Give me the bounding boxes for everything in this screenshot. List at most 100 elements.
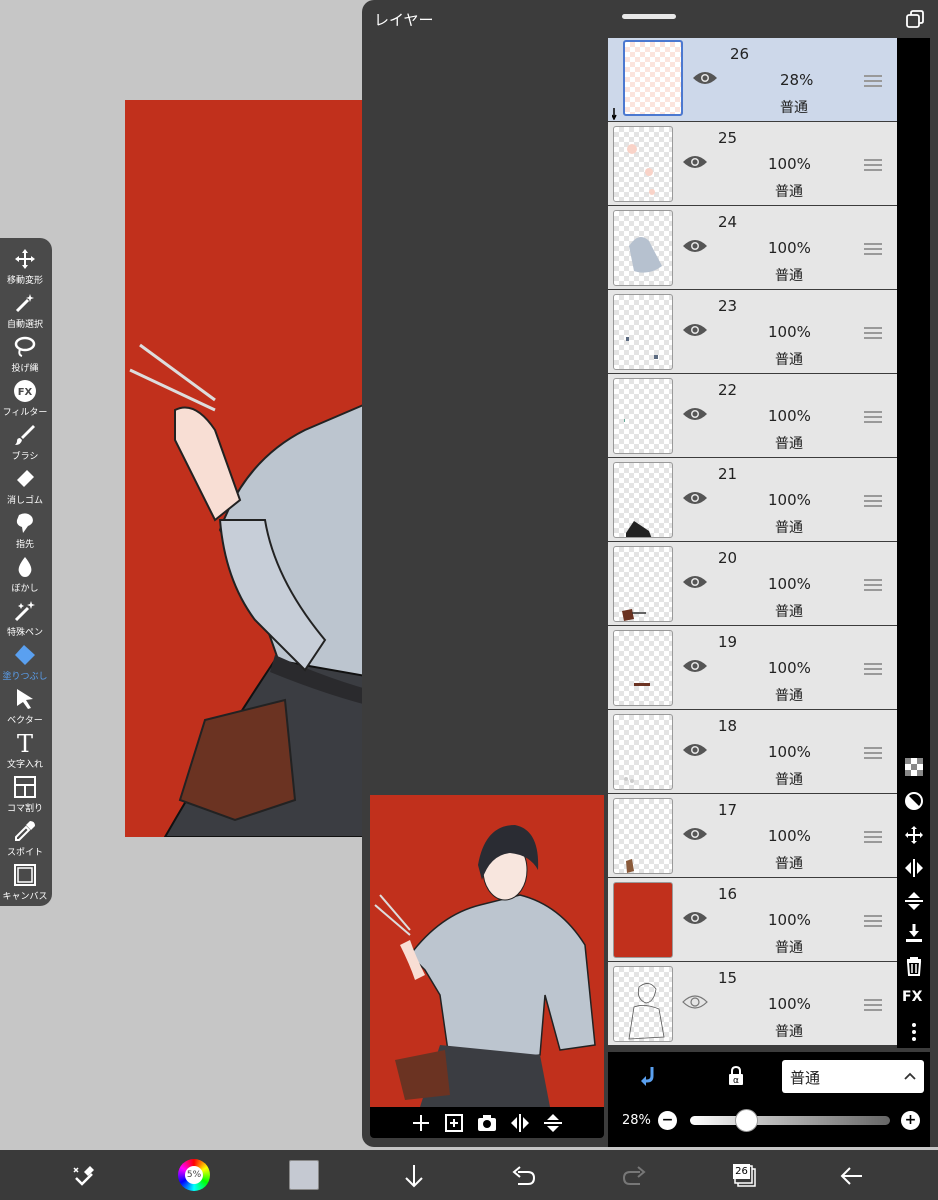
tool-label: 移動変形: [6, 276, 43, 286]
opacity-slider-knob[interactable]: [734, 1109, 758, 1132]
layer-thumbnail[interactable]: [623, 40, 683, 116]
tool-filter[interactable]: FX フィルター: [0, 376, 52, 420]
transparency-checker-icon[interactable]: [903, 756, 925, 778]
tool-special-pen[interactable]: 特殊ペン: [0, 596, 52, 640]
tool-blur[interactable]: ぼかし: [0, 552, 52, 596]
tool-frame-divider[interactable]: コマ割り: [0, 772, 52, 816]
layer-row[interactable]: 26 28% 普通: [608, 38, 897, 121]
eye-icon[interactable]: [692, 68, 718, 88]
layer-fx-button[interactable]: FX: [902, 989, 922, 1005]
tool-brush[interactable]: ブラシ: [0, 420, 52, 464]
layer-row[interactable]: 16 100% 普通: [608, 878, 897, 961]
color-wheel[interactable]: 5%: [178, 1159, 210, 1191]
layer-thumbnail[interactable]: [613, 294, 673, 370]
drag-handle-icon[interactable]: [864, 830, 882, 844]
tool-vector[interactable]: ベクター: [0, 684, 52, 728]
layer-row[interactable]: 21 100% 普通: [608, 458, 897, 541]
flip-horizontal-icon[interactable]: [509, 1112, 531, 1134]
merge-down-icon[interactable]: [903, 922, 925, 944]
contrast-icon[interactable]: [903, 790, 925, 812]
tool-auto-select[interactable]: 自動選択: [0, 288, 52, 332]
eye-icon[interactable]: [682, 572, 708, 592]
layer-row[interactable]: 23 100% 普通: [608, 290, 897, 373]
drag-handle-icon[interactable]: [864, 746, 882, 760]
eye-icon[interactable]: [682, 152, 708, 172]
drag-handle-icon[interactable]: [864, 662, 882, 676]
layer-thumbnail[interactable]: [613, 630, 673, 706]
tool-move[interactable]: 移動変形: [0, 244, 52, 288]
svg-text:FX: FX: [18, 387, 33, 398]
layer-thumbnail[interactable]: [613, 714, 673, 790]
eye-icon[interactable]: [682, 404, 708, 424]
drag-handle-icon[interactable]: [864, 158, 882, 172]
quick-access-icon[interactable]: [70, 1162, 98, 1190]
layer-row[interactable]: 17 100% 普通: [608, 794, 897, 877]
drag-handle-icon[interactable]: [864, 494, 882, 508]
artwork-thumbnail[interactable]: [370, 795, 604, 1107]
move-layer-icon[interactable]: [903, 824, 925, 846]
drag-handle-icon[interactable]: [864, 74, 882, 88]
layer-blend-mode: 普通: [775, 604, 803, 620]
layer-thumbnail[interactable]: [613, 462, 673, 538]
layer-thumbnail[interactable]: [613, 378, 673, 454]
arrow-down-icon[interactable]: [400, 1162, 428, 1190]
layer-thumbnail[interactable]: [613, 126, 673, 202]
opacity-slider[interactable]: [690, 1116, 890, 1125]
eye-icon[interactable]: [682, 320, 708, 340]
redo-icon[interactable]: [620, 1162, 648, 1190]
tool-fill[interactable]: 塗りつぶし: [0, 640, 52, 684]
layer-row[interactable]: 25 100% 普通: [608, 122, 897, 205]
add-layer-icon[interactable]: [410, 1112, 432, 1134]
undo-icon[interactable]: [510, 1162, 538, 1190]
drag-handle-icon[interactable]: [864, 998, 882, 1012]
trash-icon[interactable]: [903, 955, 925, 977]
tool-text[interactable]: T 文字入れ: [0, 728, 52, 772]
layer-row[interactable]: 20 100% 普通: [608, 542, 897, 625]
layer-side-toolbar: FX: [897, 38, 930, 1048]
tool-smudge[interactable]: 指先: [0, 508, 52, 552]
tool-lasso[interactable]: 投げ縄: [0, 332, 52, 376]
opacity-increase-button[interactable]: +: [901, 1111, 920, 1130]
tool-canvas[interactable]: キャンバス: [0, 860, 52, 904]
eye-icon[interactable]: [682, 740, 708, 760]
layer-row[interactable]: 18 100% 普通: [608, 710, 897, 793]
eye-icon[interactable]: [682, 488, 708, 508]
eye-hidden-icon[interactable]: [682, 992, 708, 1012]
layer-thumbnail[interactable]: [613, 798, 673, 874]
layer-thumbnail[interactable]: [613, 210, 673, 286]
drag-handle-icon[interactable]: [864, 578, 882, 592]
flip-layer-horizontal-icon[interactable]: [903, 857, 925, 879]
layer-row[interactable]: 15 100% 普通: [608, 962, 897, 1045]
drag-handle-icon[interactable]: [864, 242, 882, 256]
layer-row[interactable]: 24 100% 普通: [608, 206, 897, 289]
panel-drag-handle[interactable]: [622, 14, 676, 19]
camera-icon[interactable]: [476, 1112, 498, 1134]
drag-handle-icon[interactable]: [864, 410, 882, 424]
eye-icon[interactable]: [682, 236, 708, 256]
layer-row[interactable]: 19 100% 普通: [608, 626, 897, 709]
layer-row[interactable]: 22 100% 普通: [608, 374, 897, 457]
layer-thumbnail[interactable]: [613, 966, 673, 1042]
tool-eyedropper[interactable]: スポイト: [0, 816, 52, 860]
alpha-lock-icon[interactable]: α: [726, 1066, 746, 1086]
layer-thumbnail[interactable]: [613, 546, 673, 622]
eye-icon[interactable]: [682, 908, 708, 928]
back-arrow-icon[interactable]: [838, 1162, 866, 1190]
layers-button[interactable]: 26: [729, 1160, 757, 1190]
tool-bar: 移動変形 自動選択 投げ縄 FX フィルター ブラシ 消しゴム 指先 ぼかし 特…: [0, 238, 52, 906]
flip-vertical-icon[interactable]: [542, 1112, 564, 1134]
eye-icon[interactable]: [682, 824, 708, 844]
blend-mode-select[interactable]: 普通: [782, 1060, 924, 1093]
clipping-icon[interactable]: [638, 1064, 662, 1088]
current-color-swatch[interactable]: [289, 1160, 319, 1190]
window-toggle-icon[interactable]: [906, 10, 924, 28]
tool-eraser[interactable]: 消しゴム: [0, 464, 52, 508]
drag-handle-icon[interactable]: [864, 914, 882, 928]
eye-icon[interactable]: [682, 656, 708, 676]
duplicate-layer-icon[interactable]: [443, 1112, 465, 1134]
layer-thumbnail[interactable]: [613, 882, 673, 958]
flip-layer-vertical-icon[interactable]: [903, 890, 925, 912]
opacity-decrease-button[interactable]: −: [658, 1111, 677, 1130]
more-options-icon[interactable]: [903, 1021, 925, 1043]
drag-handle-icon[interactable]: [864, 326, 882, 340]
